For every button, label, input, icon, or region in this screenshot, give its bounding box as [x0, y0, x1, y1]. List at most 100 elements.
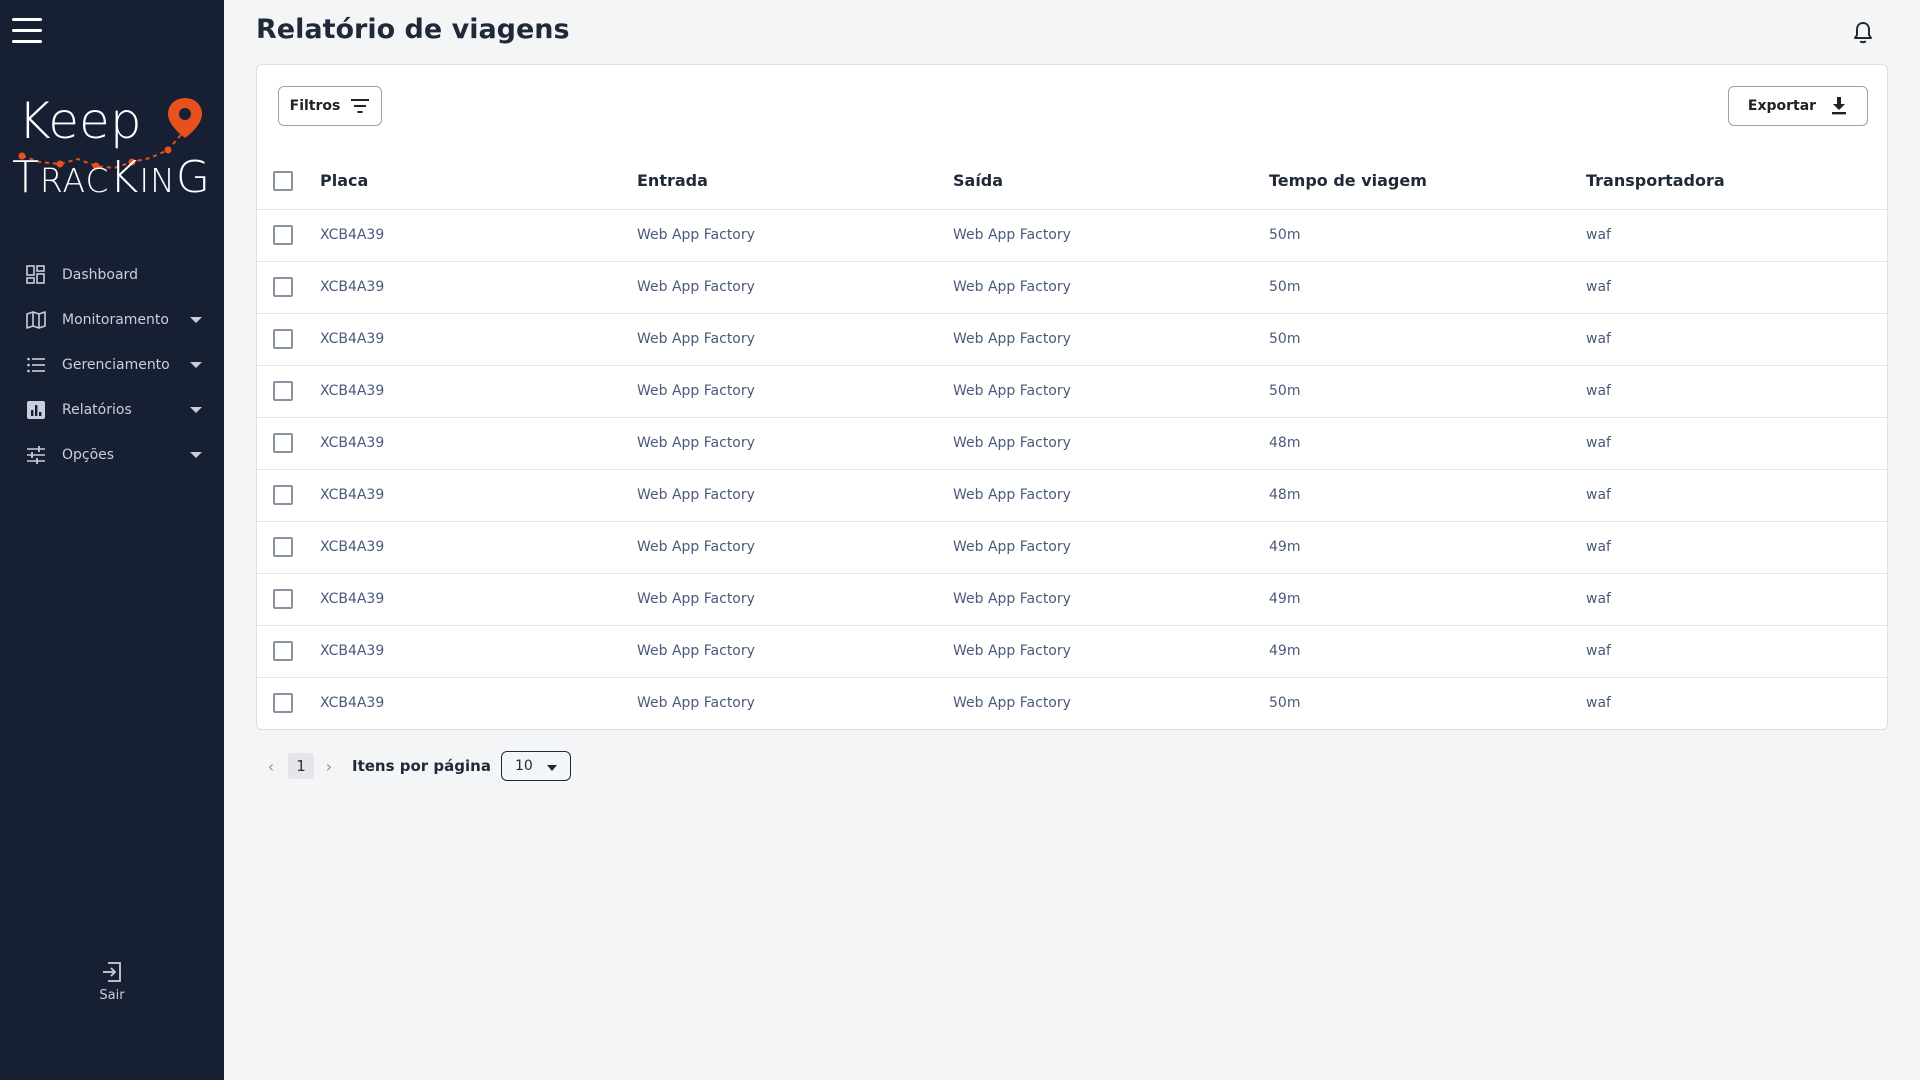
- column-header-transportadora[interactable]: Transportadora: [1586, 153, 1889, 209]
- filter-icon: [350, 98, 370, 114]
- sidebar-item-label: Gerenciamento: [62, 356, 170, 373]
- cell-saida: Web App Factory: [953, 695, 1071, 712]
- cell-saida: Web App Factory: [953, 227, 1071, 243]
- sidebar-item-relatorios[interactable]: Relatórios: [0, 387, 224, 432]
- cell-saida: Web App Factory: [953, 487, 1071, 503]
- sidebar-item-gerenciamento[interactable]: Gerenciamento: [0, 342, 224, 387]
- page-number-button[interactable]: 1: [288, 753, 314, 779]
- sidebar-item-label: Opções: [62, 446, 115, 463]
- cell-transportadora: waf: [1586, 695, 1611, 712]
- filter-button-label: Filtros: [289, 98, 341, 114]
- column-header-entrada[interactable]: Entrada: [637, 153, 953, 209]
- trips-report-card: Filtros Exportar Placa Entrada Saída Tem…: [256, 64, 1889, 730]
- cell-saida: Web App Factory: [953, 279, 1071, 295]
- cell-tempo: 49m: [1269, 539, 1301, 555]
- chevron-down-icon: [190, 451, 202, 458]
- cell-saida: Web App Factory: [953, 539, 1071, 555]
- cell-transportadora: waf: [1586, 539, 1611, 555]
- row-checkbox[interactable]: [273, 381, 293, 401]
- row-checkbox[interactable]: [273, 433, 293, 453]
- cell-placa: XCB4A39: [320, 435, 385, 451]
- table-row[interactable]: XCB4A39 Web App Factory Web App Factory 48m…: [257, 469, 1889, 521]
- row-checkbox[interactable]: [273, 277, 293, 297]
- table-row[interactable]: XCB4A39 Web App Factory Web App Factory 50m…: [257, 365, 1889, 417]
- cell-transportadora: waf: [1586, 591, 1611, 607]
- table-row[interactable]: XCB4A39 Web App Factory Web App Factory 50m…: [257, 209, 1889, 261]
- cell-transportadora: waf: [1586, 279, 1611, 295]
- row-checkbox[interactable]: [273, 693, 293, 714]
- list-icon: [26, 355, 46, 375]
- cell-placa: XCB4A39: [320, 539, 385, 555]
- export-button-label: Exportar: [1747, 98, 1817, 114]
- sliders-icon: [26, 445, 46, 465]
- select-all-checkbox[interactable]: [273, 170, 293, 191]
- logout-button[interactable]: Sair: [82, 960, 142, 1003]
- cell-entrada: Web App Factory: [637, 279, 755, 295]
- cell-transportadora: waf: [1586, 435, 1611, 451]
- download-icon: [1830, 96, 1848, 116]
- page-title: Relatório de viagens: [256, 14, 570, 45]
- logo-text-top: Keep: [18, 92, 142, 150]
- cell-tempo: 50m: [1269, 331, 1301, 347]
- cell-entrada: Web App Factory: [637, 539, 755, 555]
- row-checkbox[interactable]: [273, 329, 293, 349]
- keep-tracking-logo: Keep TRACKING: [10, 96, 210, 206]
- row-checkbox[interactable]: [273, 641, 293, 661]
- chevron-down-icon: [190, 406, 202, 413]
- chevron-down-icon: [546, 765, 557, 771]
- table-row[interactable]: XCB4A39 Web App Factory Web App Factory 50m…: [257, 313, 1889, 365]
- cell-entrada: Web App Factory: [637, 331, 755, 347]
- items-per-page-select[interactable]: 10: [500, 751, 571, 781]
- cell-entrada: Web App Factory: [637, 227, 755, 243]
- table-row[interactable]: XCB4A39 Web App Factory Web App Factory 50m…: [257, 677, 1889, 729]
- cell-entrada: Web App Factory: [637, 591, 755, 607]
- cell-entrada: Web App Factory: [637, 383, 755, 399]
- report-icon: [26, 400, 46, 420]
- items-per-page-label: Itens por página: [352, 757, 491, 775]
- row-checkbox[interactable]: [273, 589, 293, 609]
- table-header-row: Placa Entrada Saída Tempo de viagem Tran…: [257, 153, 1889, 209]
- filter-button[interactable]: Filtros: [278, 86, 382, 126]
- pagination: ‹ 1 › Itens por página 10: [262, 751, 571, 781]
- bell-icon[interactable]: [1850, 20, 1876, 46]
- export-button[interactable]: Exportar: [1728, 86, 1868, 126]
- dashboard-icon: [26, 264, 46, 285]
- table-row[interactable]: XCB4A39 Web App Factory Web App Factory 49m…: [257, 573, 1889, 625]
- cell-placa: XCB4A39: [320, 331, 385, 347]
- cell-entrada: Web App Factory: [637, 695, 755, 712]
- cell-tempo: 50m: [1269, 227, 1301, 243]
- cell-placa: XCB4A39: [320, 695, 385, 712]
- column-header-saida[interactable]: Saída: [953, 153, 1269, 209]
- column-header-tempo[interactable]: Tempo de viagem: [1269, 153, 1586, 209]
- table-row[interactable]: XCB4A39 Web App Factory Web App Factory 49m…: [257, 625, 1889, 677]
- chevron-left-icon[interactable]: ‹: [262, 754, 280, 778]
- cell-saida: Web App Factory: [953, 435, 1071, 451]
- row-checkbox[interactable]: [273, 537, 293, 557]
- cell-saida: Web App Factory: [953, 591, 1071, 607]
- sidebar-item-monitoramento[interactable]: Monitoramento: [0, 297, 224, 342]
- sidebar-item-opcoes[interactable]: Opções: [0, 432, 224, 477]
- row-checkbox[interactable]: [273, 485, 293, 505]
- cell-saida: Web App Factory: [953, 331, 1071, 347]
- row-checkbox[interactable]: [273, 225, 293, 245]
- sidebar-item-label: Dashboard: [62, 266, 138, 283]
- cell-tempo: 50m: [1269, 383, 1301, 399]
- menu-icon[interactable]: [12, 18, 44, 46]
- cell-saida: Web App Factory: [953, 383, 1071, 399]
- cell-tempo: 50m: [1269, 695, 1301, 712]
- sidebar-nav: Dashboard Monitoramento Gerenciamento Re…: [0, 252, 224, 477]
- cell-saida: Web App Factory: [953, 643, 1071, 659]
- cell-tempo: 48m: [1269, 435, 1301, 451]
- column-header-placa[interactable]: Placa: [320, 153, 637, 209]
- sidebar-item-dashboard[interactable]: Dashboard: [0, 252, 224, 297]
- chevron-down-icon: [190, 361, 202, 368]
- cell-transportadora: waf: [1586, 331, 1611, 347]
- cell-transportadora: waf: [1586, 227, 1611, 243]
- sidebar: Keep TRACKING Dashboard Monitoramento Ge…: [0, 0, 224, 1080]
- table-row[interactable]: XCB4A39 Web App Factory Web App Factory 48m…: [257, 417, 1889, 469]
- chevron-right-icon[interactable]: ›: [320, 754, 338, 778]
- map-icon: [26, 310, 46, 330]
- table-row[interactable]: XCB4A39 Web App Factory Web App Factory 49m…: [257, 521, 1889, 573]
- table-row[interactable]: XCB4A39 Web App Factory Web App Factory 50m…: [257, 261, 1889, 313]
- cell-placa: XCB4A39: [320, 591, 385, 607]
